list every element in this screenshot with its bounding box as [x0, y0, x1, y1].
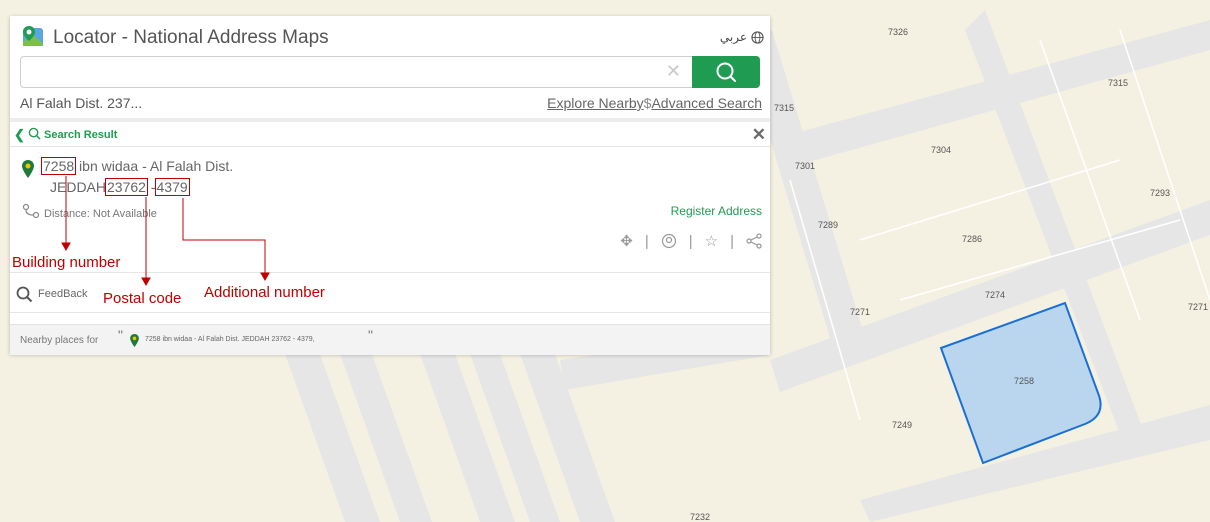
- app-logo-icon: [23, 26, 43, 46]
- open-quote: ": [118, 327, 123, 343]
- parcel-label: 7271: [1188, 302, 1208, 312]
- search-links: Explore Nearby$Advanced Search: [547, 95, 762, 111]
- location-icon[interactable]: [661, 233, 677, 249]
- language-label: عربي: [719, 30, 747, 44]
- share-icon[interactable]: [746, 233, 762, 249]
- parcel-label: 7289: [818, 220, 838, 230]
- route-icon: [22, 203, 40, 219]
- close-quote: ": [368, 327, 373, 343]
- move-icon[interactable]: ✥: [620, 232, 633, 250]
- result-header: ❮ Search Result ✕: [10, 124, 770, 147]
- search-input[interactable]: [27, 61, 651, 85]
- address-line-2[interactable]: JEDDAH23762 -4379: [50, 178, 190, 196]
- search-icon: [716, 62, 736, 82]
- language-toggle[interactable]: عربي: [720, 30, 764, 44]
- search-result-icon: [28, 127, 41, 140]
- parcel-label: 7301: [795, 161, 815, 171]
- search-box: ✕: [20, 56, 760, 88]
- clear-icon[interactable]: ✕: [666, 61, 681, 82]
- dash: -: [150, 179, 156, 195]
- postal-code: 23762: [105, 178, 148, 196]
- location-pin-icon: [130, 334, 139, 347]
- city: JEDDAH: [50, 179, 107, 195]
- parcel-label: 7326: [888, 27, 908, 37]
- action-divider: |: [688, 232, 693, 250]
- panel-header: Locator - National Address Maps عربي: [20, 22, 770, 54]
- result-actions: ✥ | | ☆ |: [620, 232, 762, 250]
- distance-text: Distance: Not Available: [44, 208, 157, 220]
- additional-number: 4379: [154, 178, 190, 196]
- feedback-icon: [16, 286, 33, 303]
- parcel-label: 7315: [1108, 78, 1128, 88]
- annotation-building-number: Building number: [12, 254, 121, 271]
- star-icon[interactable]: ☆: [705, 232, 718, 250]
- parcel-label: 7304: [931, 145, 951, 155]
- parcel-label: 7315: [774, 103, 794, 113]
- divider: [10, 118, 770, 122]
- parcel-label: 7258: [1014, 376, 1034, 386]
- divider: [10, 272, 770, 273]
- back-chevron-icon[interactable]: ❮: [14, 127, 25, 143]
- action-divider: |: [730, 232, 734, 250]
- close-icon[interactable]: ✕: [752, 125, 766, 145]
- parcel-label: 7293: [1150, 188, 1170, 198]
- search-subline: Al Falah Dist. 237... Explore Nearby$Adv…: [20, 95, 762, 113]
- annotation-additional-number: Additional number: [204, 284, 325, 301]
- parcel-label: 7274: [985, 290, 1005, 300]
- action-divider: |: [644, 232, 649, 250]
- parcel-label: 7232: [690, 512, 710, 522]
- explore-nearby-link[interactable]: Explore Nearby: [547, 95, 644, 111]
- result-title: Search Result: [44, 129, 118, 141]
- nearby-address: 7258 ibn widaa - Al Falah Dist. JEDDAH 2…: [145, 336, 315, 343]
- advanced-search-link[interactable]: Advanced Search: [651, 95, 762, 111]
- divider: [10, 312, 770, 313]
- parcel-label: 7286: [962, 234, 982, 244]
- app-title: Locator - National Address Maps: [53, 27, 329, 48]
- search-button[interactable]: [692, 56, 760, 88]
- nearby-label: Nearby places for: [20, 335, 99, 346]
- parcel-label: 7271: [850, 307, 870, 317]
- annotation-postal-code: Postal code: [103, 290, 182, 307]
- street-district: ibn widaa - Al Falah Dist.: [75, 158, 234, 174]
- parcel-label: 7249: [892, 420, 912, 430]
- location-pin-icon: [22, 160, 34, 178]
- register-address-link[interactable]: Register Address: [671, 204, 762, 218]
- globe-icon: [751, 30, 764, 44]
- nearby-places-bar: Nearby places for " 7258 ibn widaa - Al …: [10, 324, 770, 355]
- building-number: 7258: [40, 157, 77, 175]
- query-text: Al Falah Dist. 237...: [20, 95, 143, 111]
- address-line-1[interactable]: 7258 ibn widaa - Al Falah Dist.: [40, 157, 234, 175]
- feedback-link[interactable]: FeedBack: [38, 288, 88, 300]
